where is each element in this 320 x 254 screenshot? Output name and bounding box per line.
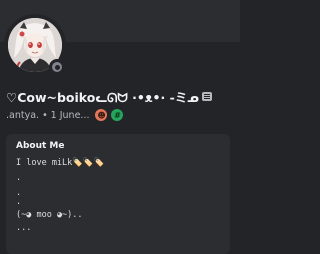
badge-hash-icon[interactable]: # bbox=[111, 109, 124, 121]
meta-row: .antya. • 1 June... ☻ # bbox=[6, 107, 124, 123]
about-line: ... bbox=[16, 223, 32, 233]
about-line: I love miLk🏷️🏷️🏷️ bbox=[16, 158, 105, 168]
about-me-title: About Me bbox=[16, 141, 65, 151]
about-me-card: About Me I love miLk🏷️🏷️🏷️ . . . (~◕ moo… bbox=[6, 134, 230, 254]
about-line: (~◕ moo ◕~).. bbox=[16, 210, 83, 220]
username[interactable]: .antya. bbox=[6, 110, 39, 121]
about-line: . bbox=[16, 173, 22, 183]
meta-separator: • bbox=[42, 109, 48, 121]
joined-date: 1 June... bbox=[50, 109, 90, 121]
name-row: ♡Cow~boikoᓚᘏᗢ ·•ᴥ•· -ミᓄ bbox=[6, 87, 212, 105]
badge-orange-icon[interactable]: ☻ bbox=[95, 109, 108, 121]
id-card-icon[interactable] bbox=[201, 91, 212, 101]
offline-status-icon bbox=[52, 62, 62, 72]
display-name[interactable]: ♡Cow~boikoᓚᘏᗢ ·•ᴥ•· -ミᓄ bbox=[6, 87, 199, 106]
about-line: . bbox=[16, 197, 22, 207]
